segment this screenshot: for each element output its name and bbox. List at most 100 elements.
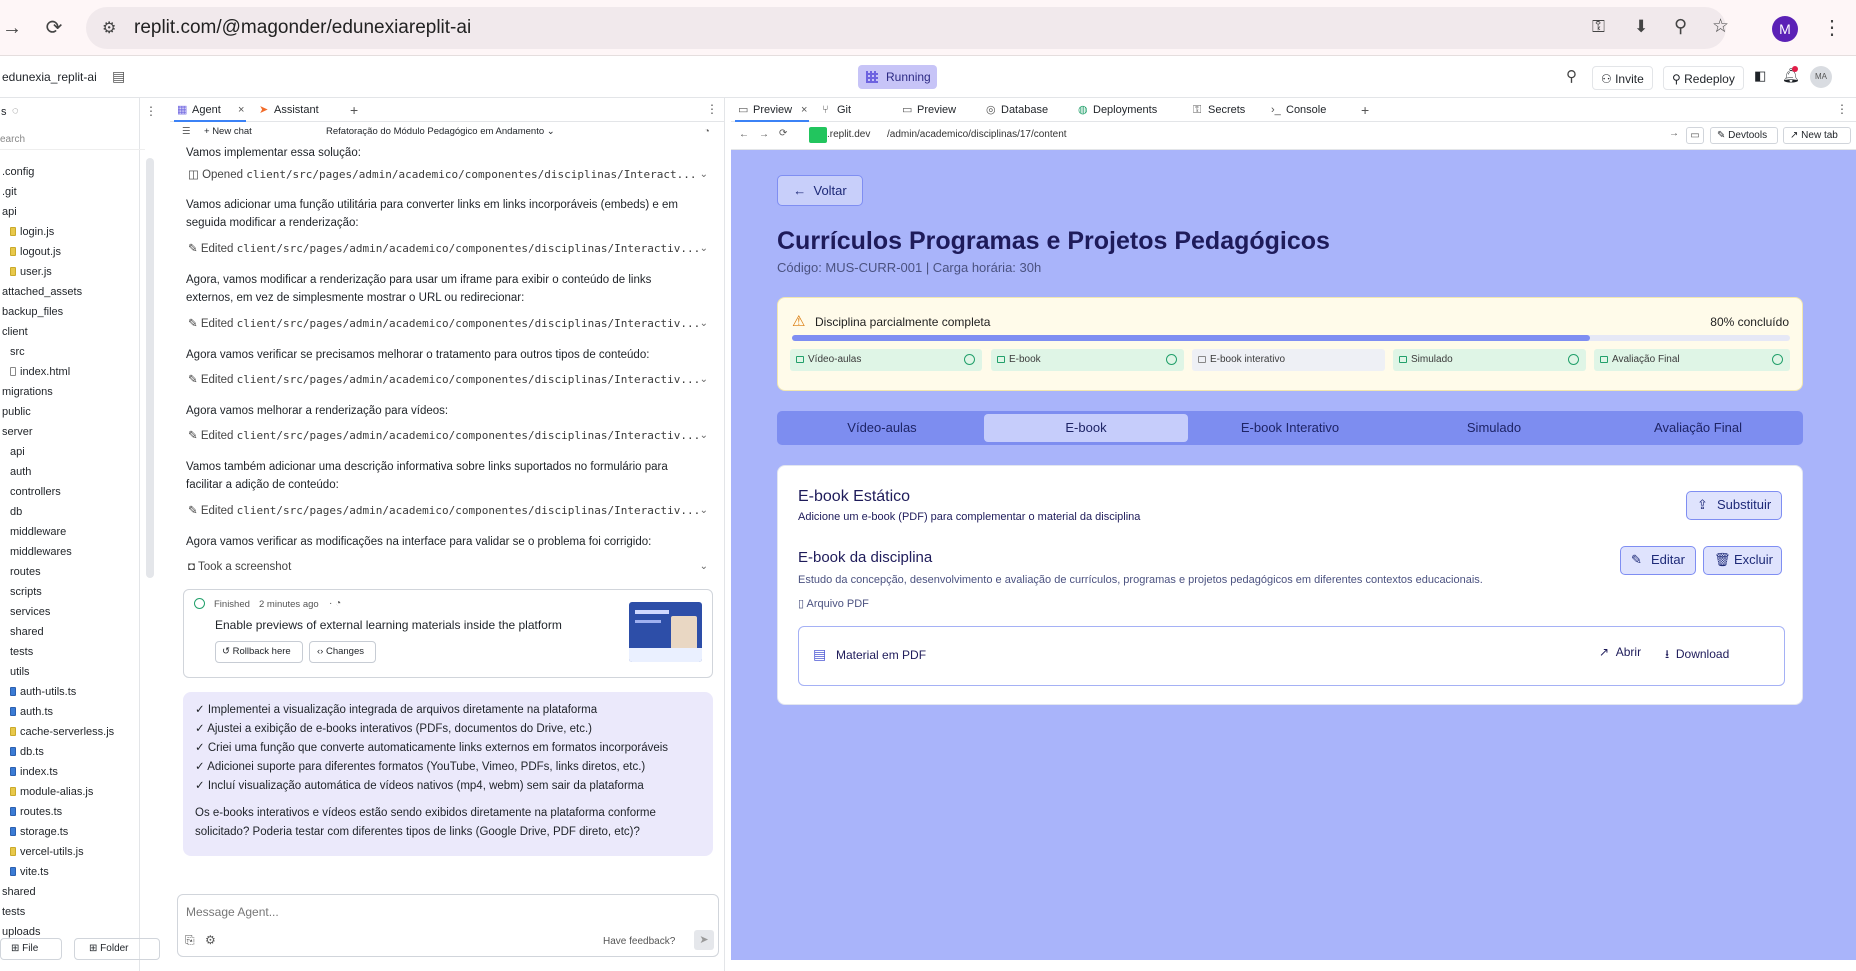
file-action-row[interactable]: ✎ Edited client/src/pages/admin/academic… [188, 370, 708, 390]
file-tree-item[interactable]: vercel-utils.js [0, 842, 145, 862]
screenshot-action-row[interactable]: ◘ Took a screenshot ⌄ [188, 557, 708, 577]
checkpoint-screenshot-thumbnail[interactable] [629, 602, 702, 662]
back-button[interactable]: ← Voltar [777, 175, 863, 206]
download-button[interactable]: ⭳ Download [1665, 645, 1729, 666]
back-arrow-icon[interactable]: ← [739, 129, 749, 140]
file-action-row[interactable]: ◫ Opened client/src/pages/admin/academic… [188, 165, 708, 185]
file-tree-item[interactable]: db.ts [0, 742, 145, 762]
password-key-icon[interactable]: ⚿ [1592, 17, 1605, 37]
file-search-input[interactable]: earch [0, 130, 145, 150]
address-bar[interactable]: ⚙ replit.com/@magonder/edunexiareplit-ai… [86, 7, 1729, 49]
file-tree-item[interactable]: middlewares [0, 542, 145, 562]
file-action-row[interactable]: ✎ Edited client/src/pages/admin/academic… [188, 501, 708, 521]
zoom-icon[interactable]: ⚲ [1674, 16, 1687, 37]
file-tree-item[interactable]: cache-serverless.js [0, 722, 145, 742]
history-icon[interactable]: ◔ [704, 122, 710, 142]
devtools-button[interactable]: ✎ Devtools [1710, 127, 1778, 144]
preview-path[interactable]: /admin/academico/disciplinas/17/content [887, 129, 1067, 140]
file-tree-item[interactable]: index.html [0, 362, 145, 382]
add-tab-icon[interactable]: + [350, 102, 358, 118]
tab-simulado[interactable]: Simulado [1392, 414, 1596, 442]
reload-icon[interactable]: ⟳ [42, 16, 66, 40]
multiplayer-icon[interactable]: ◧ [1754, 68, 1766, 84]
chevron-down-icon[interactable]: ⌄ [700, 557, 708, 577]
file-tree-item[interactable]: .git [0, 182, 145, 202]
close-icon[interactable]: × [238, 98, 244, 122]
chat-title-select[interactable]: Refatoração do Módulo Pedagógico em Anda… [326, 122, 555, 142]
attach-icon[interactable]: ⎘ [185, 933, 195, 948]
replace-button[interactable]: ⇪ Substituir [1686, 491, 1782, 520]
tab-video-aulas[interactable]: Vídeo-aulas [780, 414, 984, 442]
install-app-icon[interactable]: ⬇ [1634, 17, 1648, 37]
files-menu-icon[interactable]: ⋮ [145, 104, 157, 118]
profile-avatar[interactable]: M [1772, 16, 1798, 42]
file-tree-item[interactable]: utils [0, 662, 145, 682]
file-tree-item[interactable]: shared [0, 622, 145, 642]
tab-console[interactable]: ›_ Console [1268, 98, 1338, 122]
feedback-link[interactable]: Have feedback? [603, 936, 675, 947]
file-tree-item[interactable]: middleware [0, 522, 145, 542]
file-tree-item[interactable]: db [0, 502, 145, 522]
file-tree-item[interactable]: controllers [0, 482, 145, 502]
file-tree-item[interactable]: logout.js [0, 242, 145, 262]
new-chat-button[interactable]: + New chat [204, 122, 252, 142]
address-text[interactable]: replit.com/@magonder/edunexiareplit-ai [134, 17, 471, 39]
message-input[interactable]: Message Agent... [186, 905, 279, 919]
tab-deployments[interactable]: ◍ Deployments [1075, 98, 1175, 122]
browser-menu-icon[interactable]: ⋮ [1820, 16, 1844, 40]
layout-icon[interactable]: ▤ [112, 68, 125, 85]
new-tab-button[interactable]: ↗ New tab [1783, 127, 1851, 144]
file-tree-item[interactable]: api [0, 442, 145, 462]
chevron-down-icon[interactable]: ⌄ [700, 501, 708, 521]
settings-icon[interactable]: ⚙ [205, 933, 216, 947]
close-icon[interactable]: × [801, 98, 807, 122]
redeploy-button[interactable]: ⚲ Redeploy [1663, 66, 1744, 90]
panel-menu-icon[interactable]: ⋮ [706, 102, 718, 116]
new-file-button[interactable]: ⊞ File [0, 938, 62, 960]
tab-preview[interactable]: ▭ Preview × [735, 98, 809, 122]
file-tree-item[interactable]: backup_files [0, 302, 145, 322]
run-status-button[interactable]: Running [858, 65, 937, 89]
open-button[interactable]: ↗ Abrir [1599, 645, 1641, 659]
tab-git[interactable]: ⑂ Git [819, 98, 879, 122]
file-tree-item[interactable]: tests [0, 642, 145, 662]
file-action-row[interactable]: ✎ Edited client/src/pages/admin/academic… [188, 426, 708, 446]
reload-icon[interactable]: ⟳ [779, 128, 787, 139]
file-tree-item[interactable]: services [0, 602, 145, 622]
tab-preview-2[interactable]: ▭ Preview [899, 98, 971, 122]
file-tree-item[interactable]: scripts [0, 582, 145, 602]
edit-button[interactable]: ✎ Editar [1620, 546, 1696, 575]
chevron-down-icon[interactable]: ⌄ [700, 370, 708, 390]
file-tree-item[interactable]: .config [0, 162, 145, 182]
file-action-row[interactable]: ✎ Edited client/src/pages/admin/academic… [188, 239, 708, 259]
file-tree-item[interactable]: login.js [0, 222, 145, 242]
preview-domain[interactable]: .replit.dev [827, 129, 870, 140]
tab-database[interactable]: ◎ Database [983, 98, 1063, 122]
file-tree-item[interactable]: client [0, 322, 145, 342]
file-tree-item[interactable]: api [0, 202, 145, 222]
file-action-row[interactable]: ✎ Edited client/src/pages/admin/academic… [188, 314, 708, 334]
file-tree-item[interactable]: vite.ts [0, 862, 145, 882]
add-tab-icon[interactable]: + [1361, 102, 1369, 118]
file-tree-item[interactable]: auth.ts [0, 702, 145, 722]
chevron-down-icon[interactable]: ⌄ [700, 426, 708, 446]
rollback-button[interactable]: ↺ Rollback here [215, 641, 303, 663]
file-tree-item[interactable]: user.js [0, 262, 145, 282]
project-name[interactable]: edunexia_replit-ai [2, 70, 97, 84]
file-tree-item[interactable]: attached_assets [0, 282, 145, 302]
tab-e-book[interactable]: E-book [984, 414, 1188, 442]
chevron-down-icon[interactable]: ⌄ [700, 165, 708, 185]
file-tree-item[interactable]: auth-utils.ts [0, 682, 145, 702]
file-tree-item[interactable]: src [0, 342, 145, 362]
delete-button[interactable]: 🗑︎ Excluir [1703, 546, 1782, 575]
panel-menu-icon[interactable]: ⋮ [1836, 102, 1848, 116]
file-tree-item[interactable]: index.ts [0, 762, 145, 782]
send-icon[interactable]: ➤ [694, 930, 714, 950]
file-tree-item[interactable]: shared [0, 882, 145, 902]
forward-arrow-icon[interactable]: → [759, 129, 769, 140]
chevron-down-icon[interactable]: ⌄ [700, 314, 708, 334]
message-input-box[interactable]: Message Agent... ⎘ ⚙ Have feedback? ➤ [177, 894, 719, 957]
file-tree-item[interactable]: server [0, 422, 145, 442]
file-tree-item[interactable]: routes.ts [0, 802, 145, 822]
file-tree-item[interactable]: storage.ts [0, 822, 145, 842]
